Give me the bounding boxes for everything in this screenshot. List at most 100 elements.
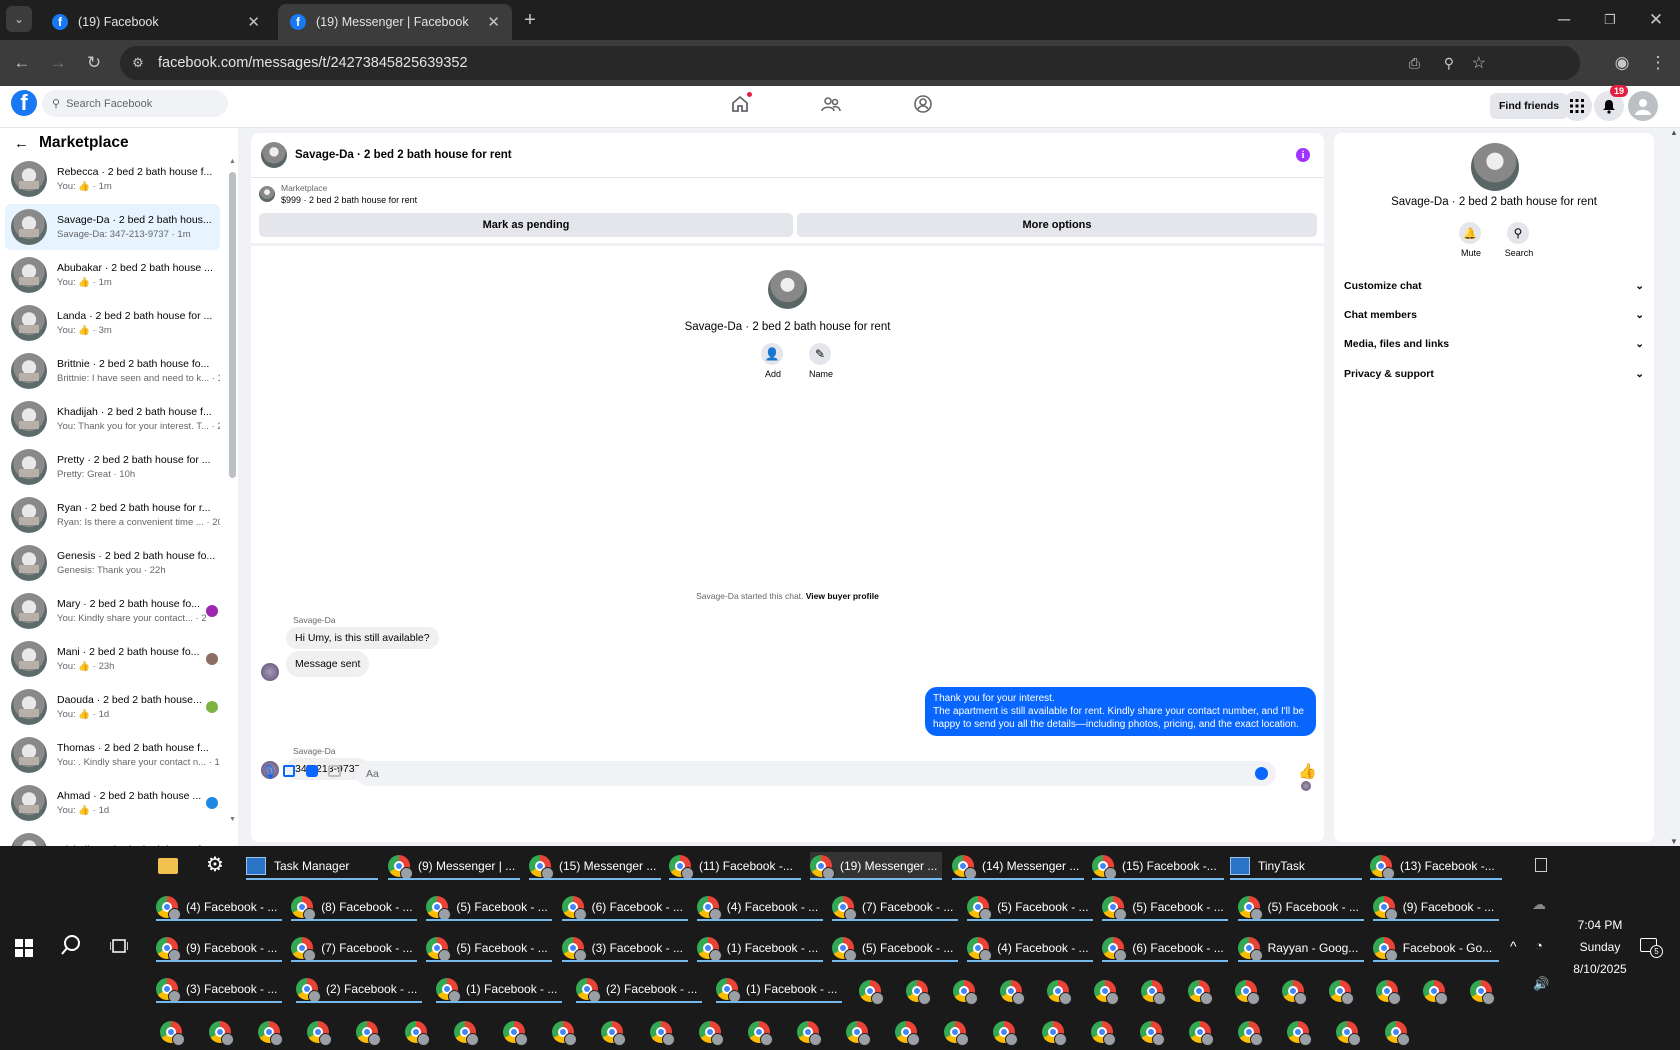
taskbar-window-button[interactable]: (6) Facebook - ... [561, 893, 688, 921]
show-hidden-icons-chevron[interactable]: ^ [1510, 938, 1517, 954]
rename-button[interactable]: ✎ Name [809, 343, 833, 379]
listing-card[interactable]: Marketplace $999 · 2 bed 2 bath house fo… [259, 183, 417, 205]
mark-as-pending-button[interactable]: Mark as pending [259, 213, 793, 237]
scroll-down-arrow[interactable]: ▼ [1668, 837, 1680, 846]
message-composer-input[interactable]: Aa [356, 761, 1276, 786]
clock-date[interactable]: 8/10/2025 [1560, 962, 1640, 976]
taskbar-window-button[interactable]: (5) Facebook - ... [967, 893, 1094, 921]
taskbar-window-button[interactable]: (4) Facebook - ... [967, 934, 1094, 962]
profile-avatar[interactable] [768, 270, 807, 309]
conversation-item[interactable]: Mani · 2 bed 2 bath house fo... You: 👍 · … [5, 636, 220, 682]
close-tab-icon[interactable]: ✕ [247, 13, 260, 31]
gif-icon[interactable] [328, 765, 341, 777]
taskbar-window-button[interactable]: (14) Messenger ... [952, 852, 1084, 880]
chrome-icon[interactable] [1423, 980, 1448, 1005]
chrome-icon[interactable] [405, 1021, 430, 1046]
close-tab-icon[interactable]: ✕ [487, 13, 500, 31]
chrome-icon[interactable] [1329, 980, 1354, 1005]
more-options-button[interactable]: More options [797, 213, 1317, 237]
scroll-down-arrow[interactable]: ▼ [228, 816, 237, 823]
chrome-icon[interactable] [1141, 980, 1166, 1005]
friends-nav-icon[interactable] [821, 94, 841, 114]
taskbar-window-button[interactable]: (5) Facebook - ... [426, 934, 553, 962]
chrome-icon[interactable] [1091, 1021, 1116, 1046]
install-app-icon[interactable]: ⎙ [1409, 55, 1420, 72]
chrome-icon[interactable] [993, 1021, 1018, 1046]
facebook-logo-icon[interactable]: f [11, 90, 37, 116]
chrome-icon[interactable] [1385, 1021, 1410, 1046]
privacy-support-section[interactable]: Privacy & support ⌄ [1344, 363, 1644, 385]
zoom-icon[interactable]: ⚲ [1444, 55, 1454, 72]
taskbar-window-button[interactable]: (11) Facebook -... [669, 852, 801, 880]
chrome-icon[interactable] [1189, 1021, 1214, 1046]
chrome-icon[interactable] [748, 1021, 773, 1046]
chrome-icon[interactable] [1094, 980, 1119, 1005]
account-avatar[interactable] [1628, 91, 1658, 121]
file-explorer-icon[interactable] [158, 858, 178, 874]
conversation-item[interactable]: Genesis · 2 bed 2 bath house fo... Genesi… [5, 540, 220, 586]
conversation-item[interactable]: Thomas · 2 bed 2 bath house f... You: . K… [5, 732, 220, 778]
chrome-icon[interactable] [1047, 980, 1072, 1005]
taskbar-window-button[interactable]: (6) Facebook - ... [1102, 934, 1229, 962]
taskbar-window-button[interactable]: (15) Messenger ... [529, 852, 661, 880]
groups-nav-icon[interactable] [913, 94, 933, 114]
address-bar[interactable]: ⚙ facebook.com/messages/t/24273845825639… [120, 46, 1580, 80]
profile-icon[interactable]: ◉ [1608, 49, 1636, 77]
thumbs-up-icon[interactable]: 👍 [1298, 762, 1317, 780]
chrome-icon[interactable] [258, 1021, 283, 1046]
mute-button[interactable]: 🔔 Mute [1459, 222, 1483, 258]
tab-facebook[interactable]: f (19) Facebook ✕ [40, 4, 272, 40]
taskbar-window-button[interactable]: (3) Facebook - ... [156, 975, 282, 1003]
incoming-message[interactable]: Hi Umy, is this still available? [286, 627, 439, 649]
conversation-item[interactable]: Mary · 2 bed 2 bath house fo... You: Kind… [5, 588, 220, 634]
sticker-icon[interactable] [306, 765, 318, 777]
chrome-icon[interactable] [503, 1021, 528, 1046]
chrome-icon[interactable] [601, 1021, 626, 1046]
taskbar-window-button[interactable]: (7) Facebook - ... [832, 893, 958, 921]
taskbar-window-button[interactable]: (1) Facebook - ... [436, 975, 562, 1003]
taskbar-window-button[interactable]: (9) Facebook - ... [1372, 893, 1499, 921]
chat-title[interactable]: Savage-Da · 2 bed 2 bath house for rent [295, 149, 512, 161]
chrome-icon[interactable] [650, 1021, 675, 1046]
chrome-icon[interactable] [859, 980, 884, 1005]
taskbar-window-button[interactable]: (3) Facebook - ... [561, 934, 688, 962]
chrome-icon[interactable] [1287, 1021, 1312, 1046]
incoming-message[interactable]: Message sent [286, 651, 370, 677]
info-icon[interactable]: i [1296, 148, 1310, 162]
chrome-menu-icon[interactable]: ⋮ [1644, 49, 1672, 77]
chrome-icon[interactable] [160, 1021, 185, 1046]
conversation-item[interactable]: Landa · 2 bed 2 bath house for ... You: 👍… [5, 300, 220, 346]
conversation-item[interactable]: Abubakar · 2 bed 2 bath house ... You: 👍 … [5, 252, 220, 298]
onedrive-icon[interactable]: ☁ [1532, 896, 1546, 913]
conversation-item[interactable]: Rebecca · 2 bed 2 bath house f... You: 👍 … [5, 156, 220, 202]
chrome-icon[interactable] [1235, 980, 1260, 1005]
reload-icon[interactable]: ↻ [80, 49, 108, 77]
taskbar-window-button[interactable]: (4) Facebook - ... [696, 893, 823, 921]
task-view-icon[interactable] [110, 938, 128, 954]
show-desktop-icon[interactable] [1535, 858, 1547, 872]
search-facebook-input[interactable]: ⚲ Search Facebook [42, 90, 228, 117]
taskbar-window-button[interactable]: Task Manager [246, 852, 378, 880]
taskbar-window-button[interactable]: (7) Facebook - ... [291, 934, 418, 962]
search-conversation-button[interactable]: ⚲ Search [1505, 222, 1533, 258]
clock-day[interactable]: Sunday [1560, 940, 1640, 954]
notifications-bell-icon[interactable]: 19 [1594, 85, 1629, 121]
close-window-button[interactable]: ✕ [1642, 6, 1670, 34]
notification-center-icon[interactable]: 5 [1640, 938, 1663, 958]
customize-chat-section[interactable]: Customize chat ⌄ [1344, 275, 1644, 297]
taskbar-window-button[interactable]: TinyTask [1230, 852, 1362, 880]
scroll-up-arrow[interactable]: ▲ [1668, 128, 1680, 137]
chat-avatar[interactable] [261, 142, 287, 168]
site-info-icon[interactable]: ⚙ [120, 55, 156, 71]
taskbar-window-button[interactable]: (5) Facebook - ... [1102, 893, 1229, 921]
sender-avatar[interactable] [261, 663, 279, 681]
chrome-icon[interactable] [1000, 980, 1025, 1005]
clock-time[interactable]: 7:04 PM [1560, 918, 1640, 932]
back-arrow-icon[interactable]: ← [14, 135, 29, 152]
taskbar-window-button[interactable]: (1) Facebook - ... [716, 975, 842, 1003]
bookmark-star-icon[interactable]: ☆ [1472, 53, 1486, 73]
chrome-icon[interactable] [944, 1021, 969, 1046]
new-tab-button[interactable]: + [516, 6, 544, 34]
conversation-item[interactable]: Savage-Da · 2 bed 2 bath hous... Savage-D… [5, 204, 220, 250]
conversation-item[interactable]: Michelle · 2 bed 2 bath house f... [5, 828, 220, 846]
